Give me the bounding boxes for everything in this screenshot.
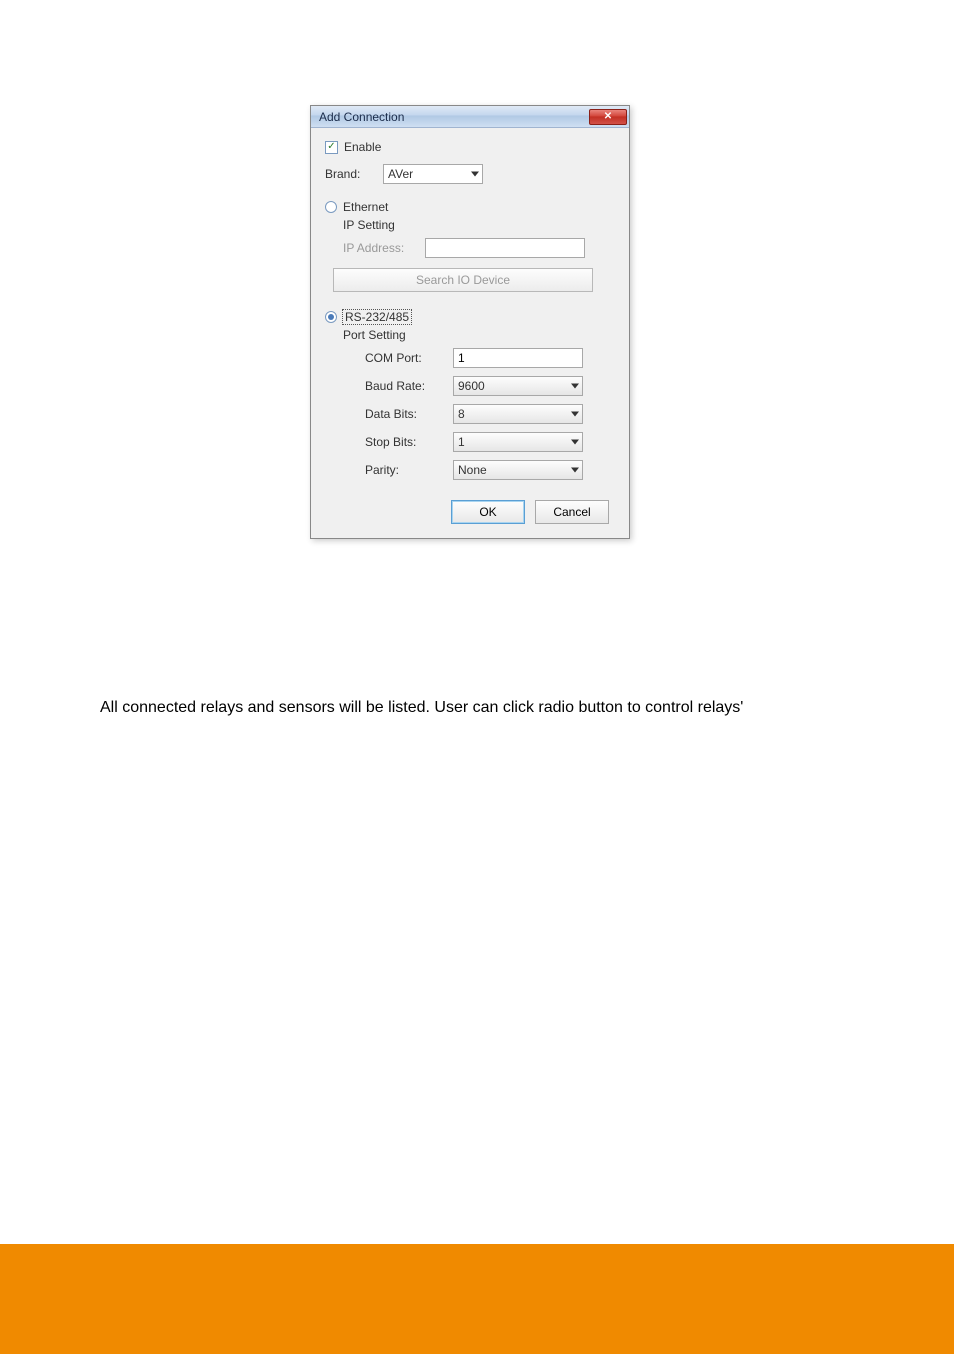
chevron-down-icon <box>571 384 579 389</box>
baud-rate-value: 9600 <box>458 379 485 393</box>
ethernet-radio[interactable] <box>325 201 337 213</box>
cancel-button[interactable]: Cancel <box>535 500 609 524</box>
parity-row: Parity: None <box>343 460 615 480</box>
ip-setting-label: IP Setting <box>343 218 615 232</box>
data-bits-value: 8 <box>458 407 465 421</box>
footer-bar <box>0 1244 954 1354</box>
titlebar: Add Connection ✕ <box>311 106 629 128</box>
ethernet-radio-row: Ethernet <box>325 200 615 214</box>
ip-address-input[interactable] <box>425 238 585 258</box>
data-bits-row: Data Bits: 8 <box>343 404 615 424</box>
enable-checkbox[interactable]: ✓ <box>325 141 338 154</box>
com-port-label: COM Port: <box>343 351 453 365</box>
ip-address-row: IP Address: <box>343 238 615 258</box>
com-port-input[interactable] <box>453 348 583 368</box>
rs232-radio[interactable] <box>325 311 337 323</box>
stop-bits-select[interactable]: 1 <box>453 432 583 452</box>
close-icon: ✕ <box>604 111 612 122</box>
chevron-down-icon <box>471 172 479 177</box>
body-paragraph: All connected relays and sensors will be… <box>100 696 860 720</box>
stop-bits-label: Stop Bits: <box>343 435 453 449</box>
rs232-radio-row: RS-232/485 <box>325 310 615 324</box>
brand-value: AVer <box>388 167 413 181</box>
parity-value: None <box>458 463 487 477</box>
brand-row: Brand: AVer <box>325 164 615 184</box>
enable-label: Enable <box>344 140 381 154</box>
brand-label: Brand: <box>325 167 383 181</box>
dialog-body: ✓ Enable Brand: AVer Ethernet IP Setting… <box>311 128 629 538</box>
ethernet-label: Ethernet <box>343 200 388 214</box>
stop-bits-value: 1 <box>458 435 465 449</box>
com-port-row: COM Port: <box>343 348 615 368</box>
dialog-button-row: OK Cancel <box>325 500 615 524</box>
add-connection-dialog: Add Connection ✕ ✓ Enable Brand: AVer Et… <box>310 105 630 539</box>
data-bits-label: Data Bits: <box>343 407 453 421</box>
chevron-down-icon <box>571 440 579 445</box>
brand-select[interactable]: AVer <box>383 164 483 184</box>
stop-bits-row: Stop Bits: 1 <box>343 432 615 452</box>
ip-setting-group: IP Setting IP Address: <box>325 218 615 258</box>
baud-rate-label: Baud Rate: <box>343 379 453 393</box>
port-setting-group: Port Setting COM Port: Baud Rate: 9600 D… <box>325 328 615 480</box>
ip-address-label: IP Address: <box>343 241 425 255</box>
parity-select[interactable]: None <box>453 460 583 480</box>
chevron-down-icon <box>571 412 579 417</box>
rs232-label: RS-232/485 <box>343 310 411 324</box>
enable-row: ✓ Enable <box>325 140 615 154</box>
chevron-down-icon <box>571 468 579 473</box>
port-setting-label: Port Setting <box>343 328 615 342</box>
close-button[interactable]: ✕ <box>589 109 627 125</box>
dialog-title: Add Connection <box>319 110 404 124</box>
data-bits-select[interactable]: 8 <box>453 404 583 424</box>
parity-label: Parity: <box>343 463 453 477</box>
search-io-device-button[interactable]: Search IO Device <box>333 268 593 292</box>
baud-rate-select[interactable]: 9600 <box>453 376 583 396</box>
baud-rate-row: Baud Rate: 9600 <box>343 376 615 396</box>
ok-button[interactable]: OK <box>451 500 525 524</box>
